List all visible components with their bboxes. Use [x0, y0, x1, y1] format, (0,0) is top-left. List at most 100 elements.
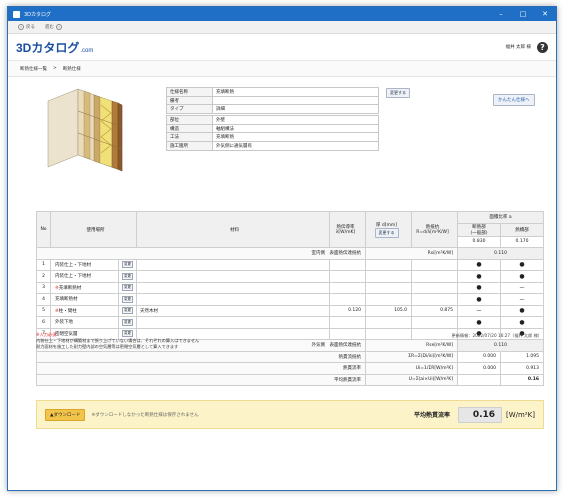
- row-no: 5: [36, 304, 51, 317]
- footer-bar: ▲ダウンロード ※ダウンロードしなかった断熱仕様は保存されません 平均熱貫流率 …: [36, 400, 544, 429]
- total-resistance-bridge: 1.095: [500, 350, 544, 363]
- simple-spec-button[interactable]: かんたん仕様へ: [493, 94, 535, 106]
- row-location: 充填断熱材: [50, 293, 119, 306]
- main-content: 仕様名称 充填断熱 備考 タイプ 詳細 部位 外壁 構造 軸組構法 工法 充填断熱 施工箇…: [8, 77, 556, 477]
- spec-table: 仕様名称 充填断熱 備考 タイプ 詳細 部位 外壁 構造 軸組構法 工法 充填断熱 施工箇…: [166, 87, 379, 151]
- row-location: ※柱・間柱: [50, 304, 119, 317]
- updated-info: 更新情報：2022/07/20 16:27（福井 太郎 様）: [451, 333, 542, 338]
- thickness-change-button[interactable]: 変更する: [374, 227, 399, 238]
- inner-surface-unit: Rsi[m²K/W]: [365, 247, 458, 260]
- col-conductivity: 熱伝導率 λ[W/mK]: [329, 211, 366, 248]
- row-change-cell: 変更: [118, 316, 137, 329]
- row-material: [136, 293, 330, 306]
- minimize-button[interactable]: –: [490, 7, 512, 21]
- site-logo[interactable]: 3Dカタログ .com: [16, 39, 93, 56]
- breadcrumb-item-list[interactable]: 断熱仕様一覧: [20, 66, 47, 72]
- row-change-cell: 変更: [118, 270, 137, 283]
- logo-main: 3Dカタログ: [16, 40, 80, 55]
- total-resistance-label: 熱貫流抵抗: [36, 350, 366, 363]
- title-bar: 3Dカタログ – □ ✕: [8, 7, 556, 21]
- row-insulation-mark: ●: [457, 281, 501, 294]
- spec-value: 外気側に通気層有: [212, 141, 379, 151]
- app-window: 3Dカタログ – □ ✕ ‹ 戻る 進む › 3Dカタログ .com 福井 太郎…: [7, 6, 557, 491]
- spec-row: 構造 軸組構法: [166, 123, 379, 134]
- average-transmission-label: 平均熱貫流率: [36, 373, 366, 386]
- notes: ※入力必須 内装仕上・下地材が構築材まで張り上げていない場合は、それぞれの算入は…: [36, 332, 199, 350]
- row-change-button[interactable]: 変更: [122, 318, 133, 326]
- row-bridge-mark: ●: [500, 316, 544, 329]
- user-name[interactable]: 福井 太郎 様: [506, 44, 531, 50]
- row-conductivity: 0.120: [329, 304, 366, 317]
- area-ratio-bridge: 0.170: [500, 235, 544, 248]
- row-change-button[interactable]: 変更: [122, 284, 133, 292]
- average-transmission-unit: U=Σ(ai×Ui)[W/m²K]: [365, 373, 458, 386]
- maximize-button[interactable]: □: [512, 7, 534, 21]
- row-material: [136, 270, 330, 283]
- location-text: 充填断熱材: [55, 297, 78, 303]
- row-location: 外装下地: [50, 316, 119, 329]
- spec-row: 施工箇所 外気側に通気層有: [166, 141, 379, 151]
- row-resistance: [411, 293, 458, 306]
- average-transmission-empty: [457, 373, 501, 386]
- row-no: 1: [36, 258, 51, 271]
- row-thickness: [365, 327, 412, 340]
- row-insulation-mark: ●: [457, 270, 501, 283]
- row-conductivity: [329, 258, 366, 271]
- footer-average-label: 平均熱貫流率: [414, 412, 451, 419]
- spec-row: 部位 外壁: [166, 115, 379, 125]
- row-change-button[interactable]: 変更: [122, 272, 133, 280]
- row-material: 天然木材: [136, 304, 330, 317]
- row-no: 3: [36, 281, 51, 294]
- site-header: 3Dカタログ .com 福井 太郎 様 ?: [8, 34, 556, 61]
- col-area-ratio: 面積比率 a: [457, 211, 544, 224]
- back-label: 戻る: [26, 25, 35, 30]
- row-bridge-mark: ●: [500, 304, 544, 317]
- spec-value: 充填断熱: [212, 87, 379, 97]
- back-button[interactable]: ‹ 戻る: [18, 24, 35, 30]
- help-icon[interactable]: ?: [537, 41, 548, 53]
- close-button[interactable]: ✕: [534, 7, 556, 21]
- location-text: 柱・間柱: [58, 308, 77, 314]
- row-material: [136, 281, 330, 294]
- row-change-button[interactable]: 変更: [122, 307, 133, 315]
- table-row: 6 外装下地 変更 ● ●: [36, 316, 544, 329]
- download-button[interactable]: ▲ダウンロード: [45, 408, 86, 421]
- row-insulation-mark: －: [457, 304, 501, 317]
- spec-key: 仕様名称: [166, 87, 213, 97]
- forward-label: 進む: [45, 25, 54, 30]
- row-conductivity: [329, 270, 366, 283]
- note-line-2: 耐力面材を施工した耐力壁内部の空気層等は密閉空気層として算入できます: [36, 344, 179, 349]
- spec-key: タイプ: [166, 104, 213, 115]
- row-change-button[interactable]: 変更: [122, 295, 133, 303]
- row-resistance: [411, 316, 458, 329]
- row-conductivity: [329, 281, 366, 294]
- breadcrumb-separator: >: [53, 66, 57, 71]
- forward-arrow-icon: ›: [56, 24, 62, 30]
- layer-table: No 使用場所 材料 熱伝導率 λ[W/mK] 厚 d[mm] 変更する 熱抵抗…: [36, 211, 544, 386]
- row-change-button[interactable]: 変更: [122, 261, 133, 269]
- logo-suffix: .com: [80, 47, 94, 54]
- row-thickness: [365, 281, 412, 294]
- spec-value: 充填断熱: [212, 132, 379, 143]
- row-no: 6: [36, 316, 51, 329]
- row-thickness: [365, 293, 412, 306]
- table-row: 5 ※柱・間柱 変更 天然木材 0.120 105.0 0.875 － ●: [36, 304, 544, 317]
- row-resistance: [411, 281, 458, 294]
- outer-surface-value: 0.110: [457, 339, 544, 352]
- spec-value: 外壁: [212, 115, 379, 125]
- download-note: ※ダウンロードしなかった断熱仕様は保存されません: [91, 412, 199, 418]
- area-ratio-insulation: 0.830: [457, 235, 501, 248]
- row-thickness: [365, 270, 412, 283]
- row-insulation-mark: ●: [457, 293, 501, 306]
- col-location: 使用場所: [50, 211, 137, 248]
- change-spec-button[interactable]: 変更する: [386, 88, 410, 98]
- nav-bar: ‹ 戻る 進む ›: [8, 21, 556, 34]
- forward-button[interactable]: 進む ›: [45, 24, 62, 30]
- row-change-cell: 変更: [118, 258, 137, 271]
- row-change-cell: 変更: [118, 293, 137, 306]
- back-arrow-icon: ‹: [18, 24, 24, 30]
- row-location: 内装仕上・下地材: [50, 258, 119, 271]
- footer-average-unit: [W/m²K]: [506, 410, 535, 419]
- row-bridge-mark: －: [500, 293, 544, 306]
- row-resistance: 0.875: [411, 304, 458, 317]
